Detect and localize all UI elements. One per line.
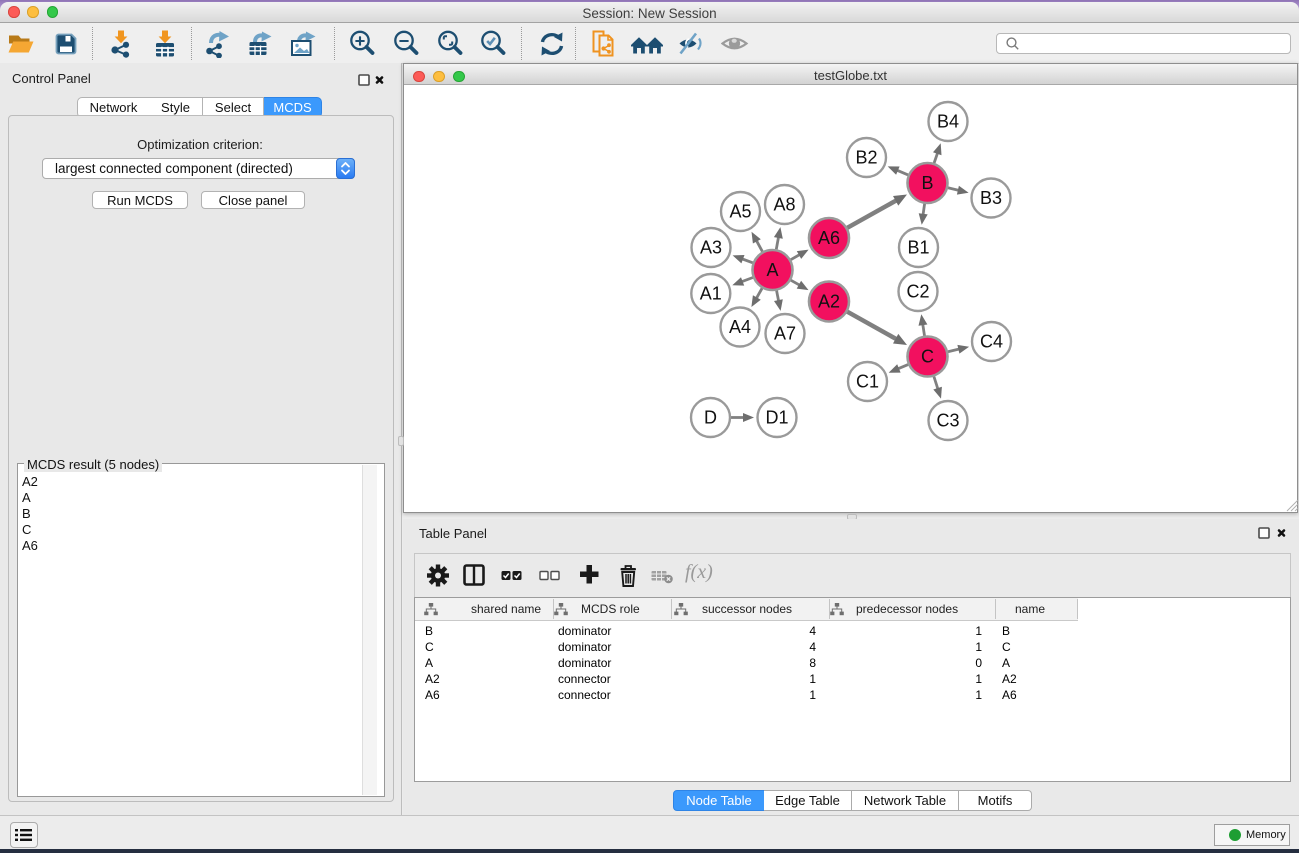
svg-text:A2: A2 xyxy=(818,292,840,312)
svg-text:B2: B2 xyxy=(855,148,877,168)
svg-text:D: D xyxy=(704,408,717,428)
svg-text:A4: A4 xyxy=(729,317,751,337)
svg-text:B3: B3 xyxy=(980,188,1002,208)
svg-text:C: C xyxy=(921,347,934,367)
svg-text:A: A xyxy=(766,260,778,280)
svg-text:A3: A3 xyxy=(700,238,722,258)
svg-text:A1: A1 xyxy=(700,284,722,304)
svg-text:B4: B4 xyxy=(937,112,959,132)
svg-text:D1: D1 xyxy=(765,408,788,428)
svg-text:C3: C3 xyxy=(936,411,959,431)
svg-text:A6: A6 xyxy=(818,228,840,248)
svg-text:C1: C1 xyxy=(856,372,879,392)
svg-text:C4: C4 xyxy=(980,332,1003,352)
svg-text:A8: A8 xyxy=(773,195,795,215)
svg-text:B: B xyxy=(921,173,933,193)
svg-text:C2: C2 xyxy=(906,282,929,302)
svg-text:B1: B1 xyxy=(907,238,929,258)
svg-text:A7: A7 xyxy=(774,324,796,344)
svg-text:A5: A5 xyxy=(729,202,751,222)
